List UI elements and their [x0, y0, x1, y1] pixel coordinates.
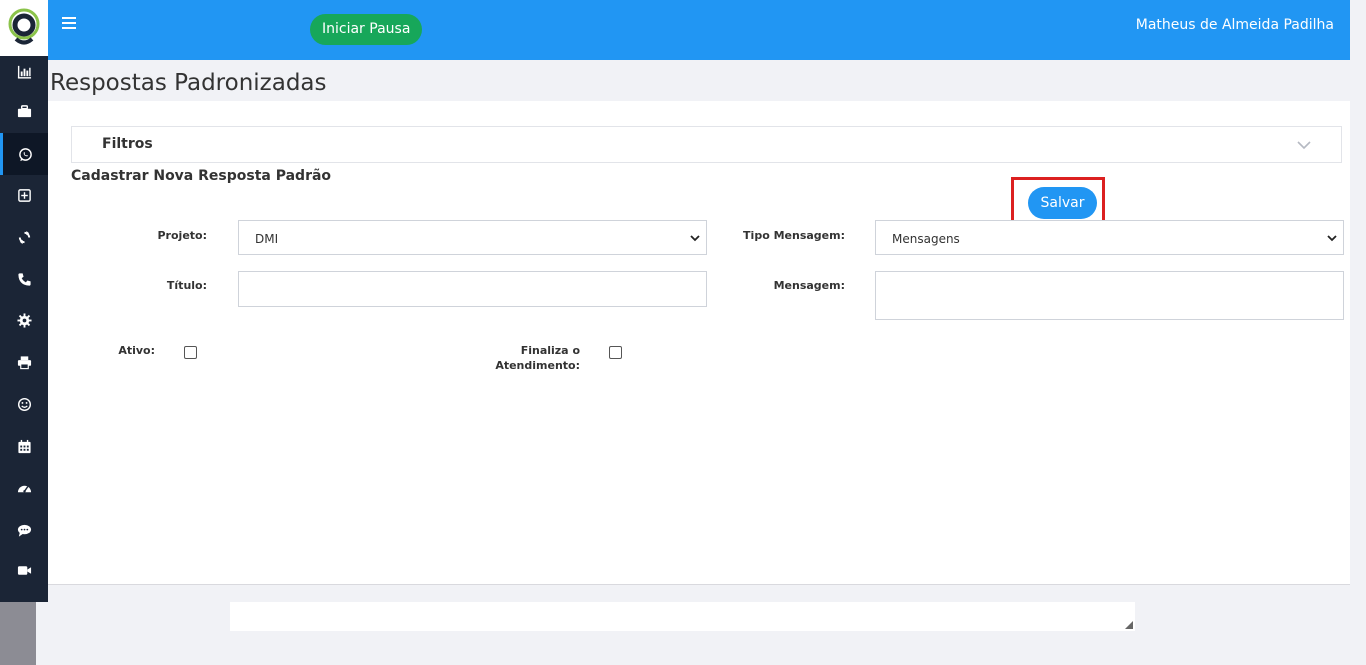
sidebar-item-projects[interactable]	[0, 90, 48, 132]
titulo-input[interactable]	[238, 271, 707, 307]
sidebar-item-video[interactable]	[0, 549, 48, 591]
titulo-label: Título:	[166, 279, 207, 292]
main-content: Filtros Cadastrar Nova Resposta Padrão S…	[48, 101, 1350, 585]
sidebar-item-print[interactable]	[0, 341, 48, 383]
briefcase-icon	[17, 104, 31, 117]
chevron-down-icon[interactable]	[1297, 140, 1311, 150]
save-button[interactable]: Salvar	[1028, 187, 1097, 219]
sidebar	[0, 0, 48, 602]
sidebar-item-dashboard[interactable]	[0, 467, 48, 509]
tipo-mensagem-select-value: Mensagens	[892, 232, 960, 246]
filters-panel[interactable]: Filtros	[71, 126, 1342, 163]
finaliza-atendimento-checkbox[interactable]	[609, 346, 622, 359]
sidebar-item-reports[interactable]	[0, 50, 48, 92]
ativo-label: Ativo:	[118, 344, 155, 357]
page-title: Respostas Padronizadas	[50, 70, 327, 96]
top-bar: Iniciar Pausa Matheus de Almeida Padilha	[48, 0, 1350, 60]
plus-square-icon	[17, 188, 31, 202]
section-title: Cadastrar Nova Resposta Padrão	[71, 168, 332, 184]
gear-icon	[16, 312, 32, 328]
chat-icon	[17, 524, 31, 537]
sidebar-item-sync[interactable]	[0, 216, 48, 258]
app-logo[interactable]	[0, 0, 48, 56]
phone-icon	[17, 272, 31, 286]
sidebar-footer	[0, 602, 36, 665]
projeto-select[interactable]: DMI	[238, 220, 707, 255]
tipo-mensagem-select[interactable]: Mensagens	[875, 220, 1344, 255]
smile-icon	[17, 397, 31, 411]
page-scrollbar[interactable]	[1350, 0, 1366, 665]
bar-chart-icon	[17, 65, 31, 79]
finaliza-label-line-2: Atendimento:	[495, 359, 580, 372]
chevron-down-icon	[690, 235, 700, 242]
sidebar-item-satisfaction[interactable]	[0, 383, 48, 425]
printer-icon	[17, 355, 31, 369]
resize-grip-icon[interactable]	[1125, 621, 1133, 629]
whatsapp-icon	[19, 147, 32, 161]
sidebar-item-calendar[interactable]	[0, 425, 48, 467]
logo-icon	[8, 8, 40, 45]
start-pause-button[interactable]: Iniciar Pausa	[310, 14, 423, 45]
mensagem-label: Mensagem:	[773, 279, 845, 292]
calendar-icon	[17, 439, 31, 453]
sidebar-item-calls[interactable]	[0, 258, 48, 300]
refresh-icon	[18, 230, 30, 244]
chevron-down-icon	[1327, 235, 1337, 242]
projeto-label: Projeto:	[157, 229, 208, 242]
sidebar-item-settings[interactable]	[0, 299, 48, 341]
filters-label: Filtros	[102, 136, 153, 152]
projeto-select-value: DMI	[255, 232, 279, 246]
sidebar-item-whatsapp[interactable]	[0, 133, 48, 175]
mensagem-textarea[interactable]	[875, 271, 1344, 320]
bottom-text-area[interactable]	[230, 602, 1135, 631]
video-icon	[17, 565, 31, 575]
finaliza-atendimento-label: Finaliza o Atendimento:	[468, 343, 580, 373]
ativo-checkbox[interactable]	[184, 346, 197, 359]
sidebar-item-chat[interactable]	[0, 509, 48, 551]
dashboard-icon	[17, 485, 31, 493]
sidebar-item-add[interactable]	[0, 174, 48, 216]
hamburger-menu-icon[interactable]	[62, 17, 76, 31]
user-name[interactable]: Matheus de Almeida Padilha	[1136, 17, 1334, 33]
finaliza-label-line-1: Finaliza o	[520, 344, 580, 357]
tipo-mensagem-label: Tipo Mensagem:	[743, 229, 845, 242]
